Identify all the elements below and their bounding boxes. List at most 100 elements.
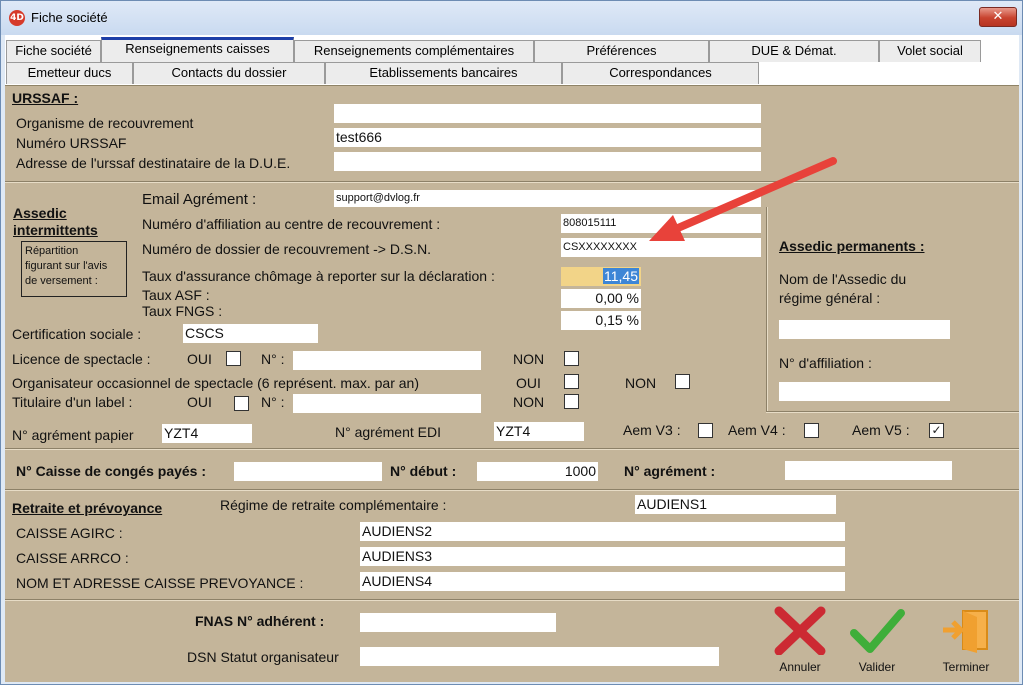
label-num-input[interactable] (293, 394, 481, 413)
email-agrement-label: Email Agrément : (142, 191, 257, 208)
affiliation-perm-label: N° d'affiliation : (779, 355, 872, 371)
taux-chomage-label: Taux d'assurance chômage à reporter sur … (142, 268, 495, 284)
tab-preferences[interactable]: Préférences (534, 40, 709, 62)
aem-v3-label: Aem V3 : (623, 422, 681, 438)
terminer-label: Terminer (942, 660, 990, 674)
licence-non-label: NON (513, 351, 545, 367)
assedic-intermittents-header-1: Assedic (13, 205, 67, 221)
caisse-conges-label: N° Caisse de congés payés : (16, 463, 207, 479)
organisme-label: Organisme de recouvrement (16, 115, 194, 131)
tab-renseignements-complementaires[interactable]: Renseignements complémentaires (294, 40, 534, 62)
separator (766, 411, 1019, 413)
agrement-edi-input[interactable]: YZT4 (494, 422, 584, 441)
taux-fngs-label: Taux FNGS : (142, 303, 223, 319)
note-line: figurant sur l'avis (25, 260, 108, 272)
taux-chomage-input[interactable]: 11,45 (561, 267, 641, 286)
label-non-checkbox[interactable] (564, 394, 579, 409)
valider-label: Valider (858, 660, 896, 674)
annuler-label: Annuler (779, 660, 821, 674)
valider-button[interactable]: Valider (846, 605, 908, 679)
prevoyance-input[interactable]: AUDIENS4 (360, 572, 845, 591)
taux-asf-input[interactable]: 0,00 % (561, 289, 641, 308)
nom-assedic-input[interactable] (779, 320, 950, 339)
agirc-input[interactable]: AUDIENS2 (360, 522, 845, 541)
licence-num-input[interactable] (293, 351, 481, 370)
separator (5, 448, 1019, 450)
fnas-adherent-input[interactable] (360, 613, 556, 632)
exit-door-icon (943, 610, 988, 653)
checkmark-icon (850, 609, 905, 653)
window: 4D Fiche société ✕ Fiche société Renseig… (0, 0, 1023, 685)
licence-label: Licence de spectacle : (12, 351, 151, 367)
certification-input[interactable]: CSCS (183, 324, 318, 343)
dossier-dsn-label: Numéro de dossier de recouvrement -> D.S… (142, 241, 432, 257)
licence-oui-label: OUI (187, 351, 212, 367)
repartition-note: Répartition figurant sur l'avis de verse… (21, 241, 127, 297)
title-bar: 4D Fiche société ✕ (1, 1, 1022, 35)
annotation-arrow-icon (649, 157, 837, 241)
separator (5, 181, 1019, 183)
taux-fngs-input[interactable]: 0,15 % (561, 311, 641, 330)
taux-chomage-value: 11,45 (603, 268, 639, 284)
licence-oui-checkbox[interactable] (226, 351, 241, 366)
regime-retraite-label: Régime de retraite complémentaire : (220, 497, 447, 513)
affiliation-perm-input[interactable] (779, 382, 950, 401)
aem-v3-checkbox[interactable] (698, 423, 713, 438)
adresse-urssaf-label: Adresse de l'urssaf destinataire de la D… (16, 155, 291, 171)
agrement-papier-label: N° agrément papier (12, 427, 134, 443)
tab-volet-social[interactable]: Volet social (879, 40, 981, 62)
organisateur-non-checkbox[interactable] (675, 374, 690, 389)
arrco-input[interactable]: AUDIENS3 (360, 547, 845, 566)
aem-v5-checkbox[interactable]: ✓ (929, 423, 944, 438)
numero-debut-label: N° début : (390, 463, 457, 479)
cancel-x-icon (774, 606, 826, 656)
dsn-statut-input[interactable] (360, 647, 719, 666)
caisse-conges-input[interactable] (234, 462, 382, 481)
dsn-statut-label: DSN Statut organisateur (187, 649, 339, 665)
aem-v4-checkbox[interactable] (804, 423, 819, 438)
retraite-header: Retraite et prévoyance (12, 500, 163, 516)
tab-etablissements-bancaires[interactable]: Etablissements bancaires (325, 62, 562, 84)
tab-due-demat[interactable]: DUE & Démat. (709, 40, 879, 62)
affiliation-label: Numéro d'affiliation au centre de recouv… (142, 216, 441, 232)
label-oui-checkbox[interactable] (234, 396, 249, 411)
organisateur-oui-checkbox[interactable] (564, 374, 579, 389)
fnas-adherent-label: FNAS N° adhérent : (195, 613, 325, 629)
separator (5, 599, 1019, 601)
organisme-input[interactable] (334, 104, 761, 123)
numero-debut-input[interactable]: 1000 (477, 462, 598, 481)
annuler-button[interactable]: Annuler (769, 605, 831, 679)
arrco-label: CAISSE ARRCO : (16, 550, 129, 566)
tab-fiche-societe[interactable]: Fiche société (6, 40, 101, 62)
nom-assedic-label-2: régime général : (779, 290, 881, 306)
aem-v5-label: Aem V5 : (852, 422, 910, 438)
tab-emetteur-ducs[interactable]: Emetteur ducs (6, 62, 133, 84)
numero-urssaf-input[interactable]: test666 (334, 128, 761, 147)
numero-agrement-label: N° agrément : (624, 463, 716, 479)
certification-label: Certification sociale : (12, 326, 142, 342)
numero-agrement-input[interactable] (785, 461, 952, 480)
label-non-label: NON (513, 394, 545, 410)
regime-retraite-input[interactable]: AUDIENS1 (635, 495, 836, 514)
app-logo-icon: 4D (9, 10, 25, 26)
close-button[interactable]: ✕ (979, 7, 1017, 27)
numero-urssaf-label: Numéro URSSAF (16, 135, 127, 151)
aem-v4-label: Aem V4 : (728, 422, 786, 438)
licence-non-checkbox[interactable] (564, 351, 579, 366)
label-oui-label: OUI (187, 394, 212, 410)
tab-contacts-dossier[interactable]: Contacts du dossier (133, 62, 325, 84)
separator (5, 489, 1019, 491)
agirc-label: CAISSE AGIRC : (16, 525, 123, 541)
assedic-intermittents-header-2: intermittents (13, 222, 98, 238)
note-line: de versement : (25, 275, 98, 287)
titulaire-label: Titulaire d'un label : (12, 394, 133, 410)
licence-num-label: N° : (261, 351, 285, 367)
tab-renseignements-caisses[interactable]: Renseignements caisses (101, 37, 294, 62)
terminer-button[interactable]: Terminer (931, 605, 1001, 679)
agrement-papier-input[interactable]: YZT4 (162, 424, 252, 443)
taux-asf-label: Taux ASF : (142, 287, 210, 303)
window-title: Fiche société (31, 10, 108, 25)
note-line: Répartition (25, 245, 79, 257)
tab-correspondances[interactable]: Correspondances (562, 62, 759, 84)
organisateur-non-label: NON (625, 375, 657, 391)
